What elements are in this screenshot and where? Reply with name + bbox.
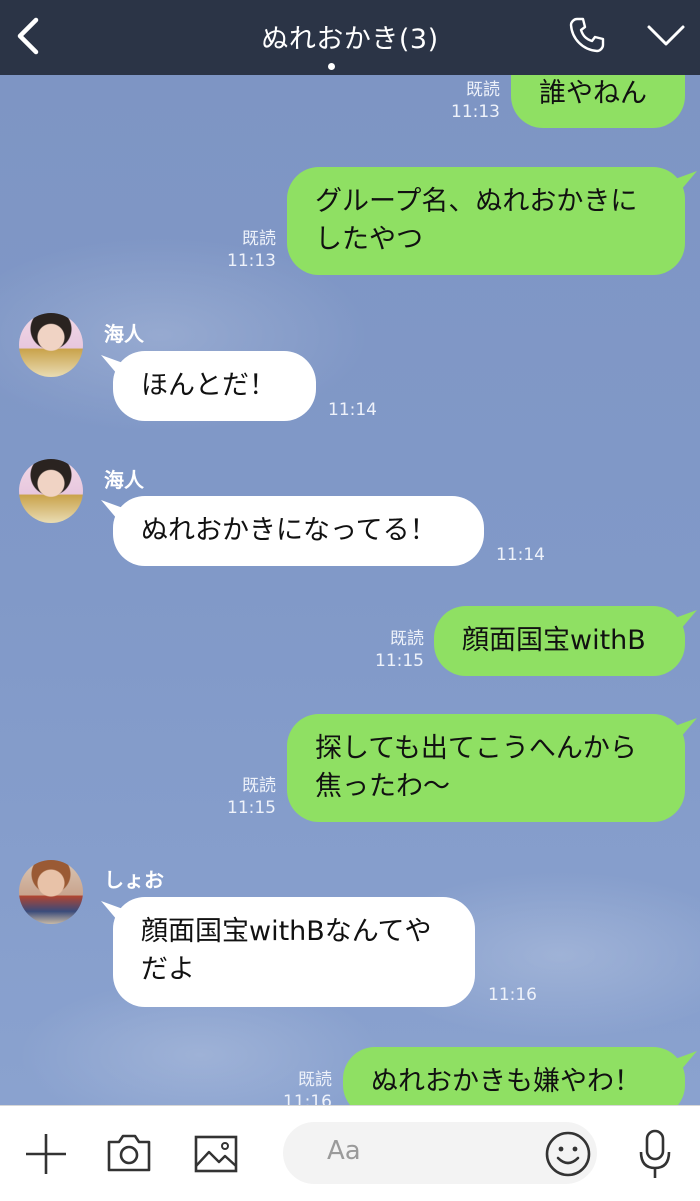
camera-icon[interactable] <box>105 1132 153 1174</box>
sender-name: 海人 <box>104 468 144 492</box>
message-text: 顔面国宝withBなんてや <box>141 916 432 947</box>
message-text: ぬれおかきも嫌やわ！ <box>371 1066 641 1097</box>
message-input-placeholder: Aa <box>327 1136 361 1166</box>
sender-name: 海人 <box>104 322 144 346</box>
message-meta: 既読 11:13 <box>440 79 500 123</box>
message-time: 11:14 <box>328 400 377 420</box>
chat-header: ぬれおかき(3) <box>0 0 700 75</box>
avatar-shoo[interactable] <box>19 860 83 924</box>
chevron-down-icon[interactable] <box>646 20 686 50</box>
sender-name: しょお <box>104 868 164 892</box>
message-time: 11:13 <box>227 251 276 271</box>
sent-message-bubble[interactable]: 探しても出てこうへんから 焦ったわ〜 <box>287 714 685 822</box>
message-meta: 既読 11:15 <box>364 628 424 672</box>
message-time: 11:13 <box>451 102 500 122</box>
chat-area[interactable]: 既読 11:13 誰やねん 既読 11:13 グループ名、ぬれおかきに したやつ… <box>0 75 700 1105</box>
message-input-bar: Aa <box>0 1105 700 1201</box>
sent-message-bubble[interactable]: 顔面国宝withB <box>434 606 685 676</box>
read-receipt: 既読 <box>390 629 424 649</box>
sent-message-bubble[interactable]: グループ名、ぬれおかきに したやつ <box>287 167 685 275</box>
avatar-kaito[interactable] <box>19 313 83 377</box>
read-receipt: 既読 <box>242 229 276 249</box>
message-time: 11:16 <box>488 985 537 1005</box>
message-text: ほんとだ！ <box>141 370 276 401</box>
message-text: 顔面国宝withB <box>462 625 646 656</box>
message-text: だよ <box>141 954 195 985</box>
message-meta: 既読 11:13 <box>216 228 276 272</box>
message-text: 探しても出てこうへんから <box>315 733 637 764</box>
plus-icon[interactable] <box>24 1132 68 1176</box>
image-icon[interactable] <box>193 1134 239 1174</box>
message-text: グループ名、ぬれおかきに <box>315 186 638 217</box>
received-message-bubble[interactable]: ぬれおかきになってる！ <box>113 496 484 566</box>
message-text: したやつ <box>315 224 423 255</box>
sent-message-bubble[interactable]: 誰やねん <box>511 75 685 128</box>
message-time: 11:16 <box>283 1092 332 1105</box>
received-message-bubble[interactable]: 顔面国宝withBなんてや だよ <box>113 897 475 1007</box>
page-indicator-dot <box>328 63 335 70</box>
message-text: 焦ったわ〜 <box>315 771 450 802</box>
message-meta: 既読 11:15 <box>216 775 276 819</box>
read-receipt: 既読 <box>466 80 500 100</box>
emoji-icon[interactable] <box>544 1130 592 1178</box>
avatar-kaito[interactable] <box>19 459 83 523</box>
message-text: ぬれおかきになってる！ <box>141 515 437 546</box>
microphone-icon[interactable] <box>637 1128 673 1180</box>
read-receipt: 既読 <box>298 1070 332 1090</box>
read-receipt: 既読 <box>242 776 276 796</box>
message-time: 11:15 <box>375 651 424 671</box>
phone-icon[interactable] <box>568 16 606 54</box>
received-message-bubble[interactable]: ほんとだ！ <box>113 351 316 421</box>
message-text: 誰やねん <box>539 78 647 109</box>
message-time: 11:15 <box>227 798 276 818</box>
message-time: 11:14 <box>496 545 545 565</box>
sent-message-bubble[interactable]: ぬれおかきも嫌やわ！ <box>343 1047 685 1105</box>
message-meta: 既読 11:16 <box>272 1069 332 1105</box>
